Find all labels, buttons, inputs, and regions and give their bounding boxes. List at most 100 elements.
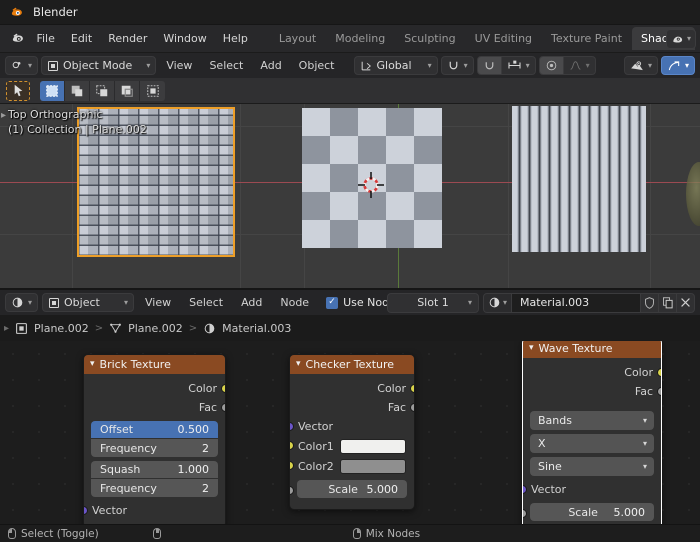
fake-user-button[interactable] — [640, 293, 658, 312]
brick-texture-node[interactable]: ▾ Brick Texture Color Fac Offset 0.500 F… — [83, 354, 226, 528]
node-menu-view[interactable]: View — [138, 294, 178, 311]
prop-squash[interactable]: Squash 1.000 — [91, 461, 218, 479]
input-socket-scale[interactable] — [290, 486, 294, 495]
node-output-fac[interactable]: Fac — [523, 382, 661, 401]
color1-swatch[interactable] — [339, 438, 406, 454]
node-output-color[interactable]: Color — [84, 379, 225, 398]
node-editor-type-selector[interactable]: ▾ — [5, 293, 39, 312]
viewport-menu-select[interactable]: Select — [202, 57, 250, 74]
transform-orientation-selector[interactable]: Global ▾ — [353, 56, 438, 75]
menu-render[interactable]: Render — [100, 29, 155, 48]
chevron-down-icon[interactable]: ▾ — [296, 360, 301, 369]
menu-file[interactable]: File — [28, 29, 62, 48]
node-body: Color Fac Offset 0.500 Frequency 2 Squas… — [84, 374, 225, 527]
gizmo-toggle[interactable]: ▾ — [660, 56, 695, 75]
material-name-input[interactable]: Material.003 — [512, 293, 640, 312]
blender-menu-button[interactable] — [8, 31, 28, 46]
wave-direction-dropdown[interactable]: X ▾ — [530, 434, 654, 453]
wave-plane[interactable] — [512, 106, 646, 252]
scene-selector[interactable]: ▾ — [665, 28, 696, 49]
node-output-fac[interactable]: Fac — [84, 398, 225, 417]
prop-scale[interactable]: Scale 5.000 — [297, 480, 407, 498]
sidebar-toggle-arrow-icon[interactable]: ▸ — [1, 110, 6, 121]
snap-toggle[interactable]: ▾ — [440, 56, 474, 75]
breadcrumb-leading-arrow-icon[interactable]: ▸ — [4, 323, 9, 334]
node-input-vector[interactable]: Vector — [523, 480, 661, 499]
wave-profile-dropdown[interactable]: Sine ▾ — [530, 457, 654, 476]
wave-type-dropdown[interactable]: Bands ▾ — [530, 411, 654, 430]
proportional-edit-toggle[interactable] — [538, 56, 564, 75]
viewport-menu-add[interactable]: Add — [253, 57, 288, 74]
mouse-left-icon — [8, 528, 16, 539]
prop-squash-frequency[interactable]: Frequency 2 — [91, 479, 218, 497]
tab-sculpting[interactable]: Sculpting — [395, 27, 464, 50]
tab-layout[interactable]: Layout — [270, 27, 325, 50]
node-title-bar[interactable]: ▾ Brick Texture — [84, 355, 225, 374]
node-canvas[interactable]: ▾ Brick Texture Color Fac Offset 0.500 F… — [0, 341, 700, 541]
node-menu-node[interactable]: Node — [273, 294, 316, 311]
shader-type-selector[interactable]: Object ▾ — [42, 293, 135, 312]
viewport-menu-object[interactable]: Object — [292, 57, 342, 74]
visibility-selector[interactable]: ▾ — [623, 56, 658, 75]
wave-texture-node[interactable]: ▾ Wave Texture Color Fac Bands ▾ X ▾ Sin… — [522, 341, 662, 541]
prop-scale[interactable]: Scale 5.000 — [530, 503, 654, 521]
select-mode-intersect[interactable] — [140, 80, 165, 101]
menu-help[interactable]: Help — [215, 29, 256, 48]
node-input-color2[interactable]: Color2 — [290, 456, 414, 476]
viewport-menu-view[interactable]: View — [159, 57, 199, 74]
chevron-down-icon[interactable]: ▾ — [529, 344, 534, 353]
material-slot-selector[interactable]: Slot 1 ▾ — [386, 292, 479, 313]
prop-offset-frequency[interactable]: Frequency 2 — [91, 439, 218, 457]
unlink-material-button[interactable] — [676, 293, 694, 312]
material-browse-button[interactable]: ▾ — [483, 293, 512, 312]
select-mode-subtract[interactable] — [90, 80, 115, 101]
snap-increment-selector[interactable]: ▾ — [501, 56, 536, 75]
falloff-type-selector[interactable]: ▾ — [563, 56, 596, 75]
select-mode-invert[interactable] — [115, 80, 140, 101]
node-input-vector[interactable]: Vector — [290, 417, 414, 436]
input-socket-vector[interactable] — [523, 485, 527, 494]
input-socket-color1[interactable] — [290, 441, 294, 450]
output-socket-fac[interactable] — [410, 403, 414, 412]
breadcrumb-item-material[interactable]: Material.003 — [222, 322, 291, 335]
3d-viewport[interactable]: ▸ Top Orthographic (1) Collection | Plan… — [0, 104, 700, 288]
node-title-bar[interactable]: ▾ Checker Texture — [290, 355, 414, 374]
output-socket-fac[interactable] — [657, 387, 661, 396]
interaction-mode-selector[interactable]: Object Mode ▾ — [41, 56, 157, 75]
select-mode-extend[interactable] — [65, 80, 90, 101]
new-material-button[interactable] — [658, 293, 676, 312]
input-socket-color2[interactable] — [290, 461, 294, 470]
snap-magnet-button[interactable] — [476, 56, 502, 75]
tab-uv-editing[interactable]: UV Editing — [466, 27, 541, 50]
node-input-vector[interactable]: Vector — [84, 501, 225, 520]
input-socket-vector[interactable] — [290, 422, 294, 431]
color2-swatch[interactable] — [339, 458, 406, 474]
editor-type-selector[interactable]: ▾ — [5, 56, 39, 75]
tab-texture-paint[interactable]: Texture Paint — [542, 27, 631, 50]
node-menu-add[interactable]: Add — [234, 294, 269, 311]
breadcrumb-item-object[interactable]: Plane.002 — [34, 322, 89, 335]
output-socket-color[interactable] — [657, 368, 661, 377]
output-socket-color[interactable] — [221, 384, 225, 393]
output-socket-fac[interactable] — [221, 403, 225, 412]
breadcrumb-item-mesh[interactable]: Plane.002 — [128, 322, 183, 335]
partial-edge-object[interactable] — [686, 162, 700, 226]
node-input-color1[interactable]: Color1 — [290, 436, 414, 456]
node-menu-select[interactable]: Select — [182, 294, 230, 311]
active-tool-button[interactable] — [6, 80, 30, 101]
input-socket-vector[interactable] — [84, 506, 88, 515]
node-output-color[interactable]: Color — [523, 363, 661, 382]
menu-window[interactable]: Window — [155, 29, 214, 48]
checker-texture-node[interactable]: ▾ Checker Texture Color Fac Vector Color… — [289, 354, 415, 510]
node-output-color[interactable]: Color — [290, 379, 414, 398]
output-socket-color[interactable] — [410, 384, 414, 393]
brick-plane[interactable] — [77, 107, 235, 257]
tab-modeling[interactable]: Modeling — [326, 27, 394, 50]
node-output-fac[interactable]: Fac — [290, 398, 414, 417]
menu-edit[interactable]: Edit — [63, 29, 100, 48]
input-socket-scale[interactable] — [523, 509, 527, 518]
chevron-down-icon[interactable]: ▾ — [90, 360, 95, 369]
prop-offset[interactable]: Offset 0.500 — [91, 421, 218, 439]
select-mode-set[interactable] — [40, 80, 65, 101]
node-title-bar[interactable]: ▾ Wave Texture — [523, 341, 661, 358]
